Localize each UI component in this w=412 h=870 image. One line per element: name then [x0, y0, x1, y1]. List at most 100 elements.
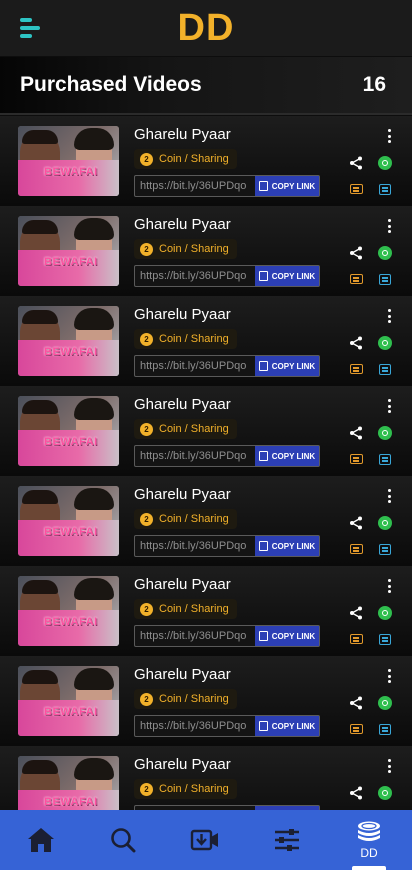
chat-icon[interactable] [379, 454, 391, 465]
coin-label: Coin / Sharing [159, 783, 229, 795]
list-item[interactable]: BEWAFAI Gharelu Pyaar 2 Coin / Sharing h… [0, 386, 412, 476]
video-title[interactable]: Gharelu Pyaar [134, 306, 231, 323]
nav-filters[interactable] [246, 810, 328, 870]
video-thumbnail[interactable]: BEWAFAI [18, 756, 119, 810]
share-link-text: https://bit.ly/36UPDqo [140, 540, 247, 552]
copy-link-button[interactable]: COPY LINK [255, 356, 319, 376]
share-link-text: https://bit.ly/36UPDqo [140, 180, 247, 192]
coin-icon: 2 [140, 332, 153, 346]
ticket-icon[interactable] [350, 454, 363, 464]
video-thumbnail[interactable]: BEWAFAI [18, 306, 119, 376]
share-icon[interactable] [349, 246, 363, 260]
whatsapp-icon[interactable] [378, 696, 392, 710]
nav-home[interactable] [0, 810, 82, 870]
video-thumbnail[interactable]: BEWAFAI [18, 216, 119, 286]
chat-icon[interactable] [379, 364, 391, 375]
more-vertical-icon[interactable] [386, 489, 392, 505]
share-link-field[interactable]: https://bit.ly/36UPDqo COPY LINK [134, 175, 320, 197]
whatsapp-icon[interactable] [378, 336, 392, 350]
share-icon[interactable] [349, 786, 363, 800]
whatsapp-icon[interactable] [378, 516, 392, 530]
list-item[interactable]: BEWAFAI Gharelu Pyaar 2 Coin / Sharing h… [0, 746, 412, 810]
list-item[interactable]: BEWAFAI Gharelu Pyaar 2 Coin / Sharing h… [0, 476, 412, 566]
copy-link-button[interactable]: COPY LINK [255, 176, 319, 196]
share-icon[interactable] [349, 696, 363, 710]
copy-link-label: COPY LINK [271, 631, 316, 641]
more-vertical-icon[interactable] [386, 759, 392, 775]
more-vertical-icon[interactable] [386, 219, 392, 235]
share-icon[interactable] [349, 156, 363, 170]
list-item[interactable]: BEWAFAI Gharelu Pyaar 2 Coin / Sharing h… [0, 656, 412, 746]
coin-icon: 2 [140, 692, 153, 706]
video-title[interactable]: Gharelu Pyaar [134, 576, 231, 593]
ticket-icon[interactable] [350, 184, 363, 194]
thumbnail-text: BEWAFAI [44, 346, 98, 358]
list-item[interactable]: BEWAFAI Gharelu Pyaar 2 Coin / Sharing h… [0, 566, 412, 656]
chat-icon[interactable] [379, 724, 391, 735]
chat-icon[interactable] [379, 274, 391, 285]
ticket-icon[interactable] [350, 364, 363, 374]
copy-link-button[interactable]: COPY LINK [255, 626, 319, 646]
list-item[interactable]: BEWAFAI Gharelu Pyaar 2 Coin / Sharing h… [0, 116, 412, 206]
video-thumbnail[interactable]: BEWAFAI [18, 486, 119, 556]
coins-icon [358, 821, 380, 841]
share-link-field[interactable]: https://bit.ly/36UPDqo COPY LINK [134, 535, 320, 557]
ticket-icon[interactable] [350, 274, 363, 284]
nav-search[interactable] [82, 810, 164, 870]
video-thumbnail[interactable]: BEWAFAI [18, 576, 119, 646]
whatsapp-icon[interactable] [378, 426, 392, 440]
home-icon [28, 828, 54, 852]
video-title[interactable]: Gharelu Pyaar [134, 666, 231, 683]
share-link-field[interactable]: https://bit.ly/36UPDqo COPY LINK [134, 355, 320, 377]
share-link-field[interactable]: https://bit.ly/36UPDqo COPY LINK [134, 445, 320, 467]
more-vertical-icon[interactable] [386, 309, 392, 325]
share-icon[interactable] [349, 426, 363, 440]
video-title[interactable]: Gharelu Pyaar [134, 396, 231, 413]
share-link-text: https://bit.ly/36UPDqo [140, 630, 247, 642]
video-title[interactable]: Gharelu Pyaar [134, 486, 231, 503]
share-link-text: https://bit.ly/36UPDqo [140, 720, 247, 732]
copy-link-button[interactable]: COPY LINK [255, 446, 319, 466]
more-vertical-icon[interactable] [386, 399, 392, 415]
copy-link-button[interactable]: COPY LINK [255, 716, 319, 736]
thumbnail-text: BEWAFAI [44, 166, 98, 178]
more-vertical-icon[interactable] [386, 129, 392, 145]
whatsapp-icon[interactable] [378, 246, 392, 260]
chat-icon[interactable] [379, 544, 391, 555]
list-item[interactable]: BEWAFAI Gharelu Pyaar 2 Coin / Sharing h… [0, 296, 412, 386]
chat-icon[interactable] [379, 634, 391, 645]
ticket-icon[interactable] [350, 724, 363, 734]
whatsapp-icon[interactable] [378, 606, 392, 620]
video-list: BEWAFAI Gharelu Pyaar 2 Coin / Sharing h… [0, 116, 412, 810]
section-header: Purchased Videos 16 [0, 57, 412, 115]
ticket-icon[interactable] [350, 634, 363, 644]
coin-icon: 2 [140, 782, 153, 796]
coin-badge: 2 Coin / Sharing [134, 419, 237, 439]
share-link-field[interactable]: https://bit.ly/36UPDqo COPY LINK [134, 625, 320, 647]
list-item[interactable]: BEWAFAI Gharelu Pyaar 2 Coin / Sharing h… [0, 206, 412, 296]
share-link-field[interactable]: https://bit.ly/36UPDqo COPY LINK [134, 715, 320, 737]
share-icon[interactable] [349, 336, 363, 350]
nav-downloads[interactable] [164, 810, 246, 870]
more-vertical-icon[interactable] [386, 669, 392, 685]
nav-dd[interactable]: DD [328, 810, 410, 870]
copy-icon [258, 271, 268, 281]
share-link-field[interactable]: https://bit.ly/36UPDqo COPY LINK [134, 265, 320, 287]
video-title[interactable]: Gharelu Pyaar [134, 126, 231, 143]
video-thumbnail[interactable]: BEWAFAI [18, 126, 119, 196]
more-vertical-icon[interactable] [386, 579, 392, 595]
share-icon[interactable] [349, 606, 363, 620]
chat-icon[interactable] [379, 184, 391, 195]
whatsapp-icon[interactable] [378, 786, 392, 800]
copy-icon [258, 361, 268, 371]
video-thumbnail[interactable]: BEWAFAI [18, 666, 119, 736]
copy-link-button[interactable]: COPY LINK [255, 266, 319, 286]
video-thumbnail[interactable]: BEWAFAI [18, 396, 119, 466]
share-icon[interactable] [349, 516, 363, 530]
video-title[interactable]: Gharelu Pyaar [134, 216, 231, 233]
copy-link-button[interactable]: COPY LINK [255, 536, 319, 556]
whatsapp-icon[interactable] [378, 156, 392, 170]
ticket-icon[interactable] [350, 544, 363, 554]
coin-label: Coin / Sharing [159, 513, 229, 525]
video-title[interactable]: Gharelu Pyaar [134, 756, 231, 773]
